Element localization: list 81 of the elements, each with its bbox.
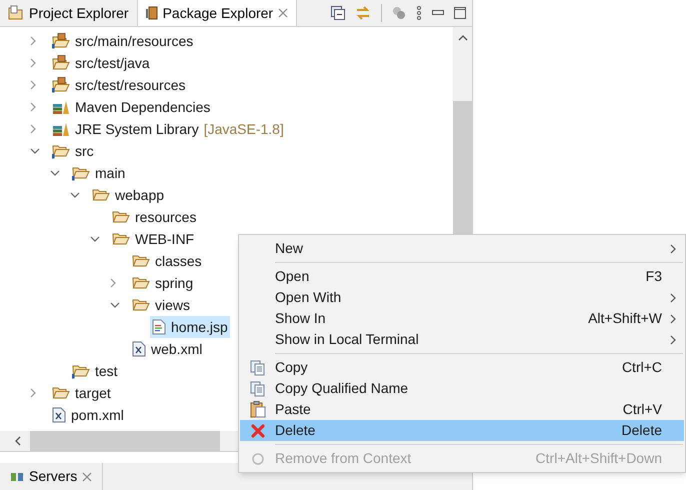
shortcut-label: Delete xyxy=(622,421,662,440)
tree-item[interactable]: spring xyxy=(130,272,196,294)
shortcut-label: Ctrl+V xyxy=(622,400,662,419)
tree-item[interactable]: pom.xml xyxy=(50,404,126,426)
chevron-down-icon[interactable] xyxy=(90,236,100,242)
xml-file-icon xyxy=(52,407,66,423)
tree-item[interactable]: main xyxy=(70,162,128,184)
file-icon xyxy=(152,319,166,335)
info-folder-icon xyxy=(72,165,90,181)
tree-item[interactable]: test xyxy=(70,360,120,382)
folder-icon xyxy=(52,385,70,401)
package-icon xyxy=(146,6,158,20)
info-folder-icon xyxy=(72,363,90,379)
package-folder-icon xyxy=(52,33,70,49)
tree-item[interactable]: src/main/resources xyxy=(50,30,196,52)
info-folder-icon xyxy=(52,143,70,159)
tree-item[interactable]: src xyxy=(50,140,96,162)
tree-item[interactable]: Maven Dependencies xyxy=(50,96,212,118)
shortcut-label: Alt+Shift+W xyxy=(588,309,662,328)
chevron-right-icon[interactable] xyxy=(30,124,36,134)
menu-item[interactable]: Show in Local Terminal xyxy=(240,329,684,350)
tree-item[interactable]: resources xyxy=(110,206,198,228)
menu-item[interactable]: New xyxy=(240,238,684,259)
folder-icon xyxy=(92,187,110,203)
menu-item[interactable]: Copy Ctrl+C xyxy=(240,357,684,378)
menu-item[interactable]: Open F3 xyxy=(240,266,684,287)
tree-item[interactable]: web.xml xyxy=(130,338,204,360)
tree-item[interactable]: src/test/resources xyxy=(50,74,188,96)
chevron-right-icon[interactable] xyxy=(30,102,36,112)
shortcut-label: Ctrl+C xyxy=(622,358,662,377)
copy-icon xyxy=(250,360,266,376)
folder-icon xyxy=(132,253,150,269)
shortcut-label: F3 xyxy=(646,267,662,286)
library-icon xyxy=(52,121,70,137)
folder-icon xyxy=(112,209,130,225)
collapse-all-icon[interactable] xyxy=(331,6,345,20)
view-tab[interactable]: Package Explorer xyxy=(138,0,298,26)
filter-icon[interactable] xyxy=(392,6,406,20)
shortcut-label: Ctrl+Alt+Shift+Down xyxy=(536,449,662,468)
folder-icon xyxy=(132,297,150,313)
tree-item[interactable]: home.jsp xyxy=(150,316,230,338)
tree-item[interactable]: classes xyxy=(130,250,204,272)
tree-item[interactable]: webapp xyxy=(90,184,166,206)
link-arrows-icon[interactable] xyxy=(355,6,371,20)
folder-icon xyxy=(132,275,150,291)
tree-item[interactable]: target xyxy=(50,382,113,404)
tree-item[interactable]: views xyxy=(130,294,192,316)
tree-item[interactable]: WEB-INF xyxy=(110,228,196,250)
menu-item[interactable]: Copy Qualified Name xyxy=(240,378,684,399)
menu-item[interactable]: Delete Delete xyxy=(240,420,684,441)
maximize-icon[interactable] xyxy=(454,7,466,19)
tree-item[interactable]: src/test/java xyxy=(50,52,152,74)
chevron-right-icon[interactable] xyxy=(30,80,36,90)
chevron-down-icon[interactable] xyxy=(70,192,80,198)
clipboard-icon xyxy=(250,401,266,418)
tree-item[interactable]: JRE System Library [JavaSE-1.8] xyxy=(50,118,286,140)
chevron-down-icon[interactable] xyxy=(30,148,40,154)
chevron-right-icon[interactable] xyxy=(30,36,36,46)
chevron-right-icon[interactable] xyxy=(110,278,116,288)
chevron-right-icon[interactable] xyxy=(30,388,36,398)
scroll-left-icon[interactable] xyxy=(15,436,21,446)
delete-icon xyxy=(250,424,264,438)
package-folder-icon xyxy=(52,77,70,93)
xml-file-icon xyxy=(132,341,146,357)
view-menu-icon[interactable] xyxy=(416,6,422,20)
close-icon[interactable] xyxy=(278,8,288,18)
chevron-right-icon[interactable] xyxy=(30,58,36,68)
folder-icon xyxy=(112,231,130,247)
minimize-icon[interactable] xyxy=(432,10,444,16)
close-icon[interactable] xyxy=(82,472,92,482)
library-icon xyxy=(52,99,70,115)
menu-item[interactable]: Open With xyxy=(240,287,684,308)
chevron-down-icon[interactable] xyxy=(110,302,120,308)
folder-icon xyxy=(8,5,24,21)
copy-icon xyxy=(250,380,266,396)
package-folder-icon xyxy=(52,55,70,71)
menu-item[interactable]: Show In Alt+Shift+W xyxy=(240,308,684,329)
chevron-down-icon[interactable] xyxy=(50,170,60,176)
scroll-up-icon[interactable] xyxy=(458,35,468,41)
version-label: [JavaSE-1.8] xyxy=(204,120,284,139)
menu-item[interactable]: Paste Ctrl+V xyxy=(240,399,684,420)
